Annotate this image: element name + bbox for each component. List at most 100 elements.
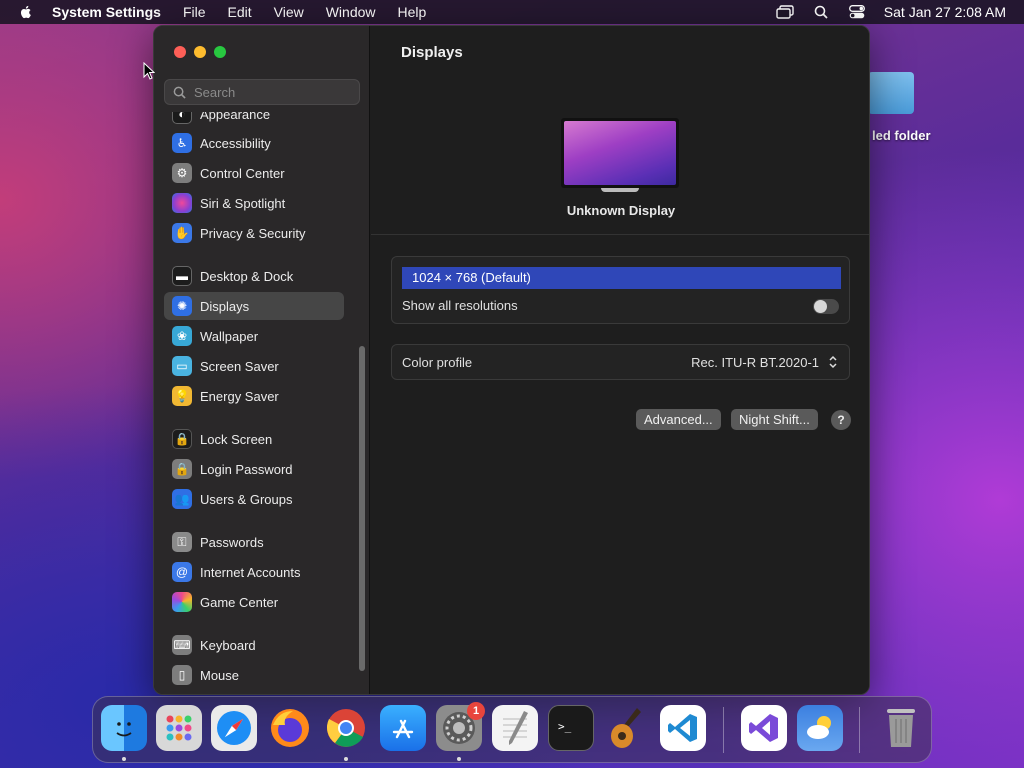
sidebar-item-mouse[interactable]: ▯ Mouse <box>164 661 344 689</box>
svg-text:>_: >_ <box>558 720 572 733</box>
textedit-icon[interactable] <box>492 705 538 751</box>
sidebar-item-siri-spotlight[interactable]: Siri & Spotlight <box>164 189 344 217</box>
show-all-resolutions-label: Show all resolutions <box>402 298 518 313</box>
sidebar-item-lock-screen[interactable]: 🔒 Lock Screen <box>164 425 344 453</box>
menu-clock[interactable]: Sat Jan 27 2:08 AM <box>884 4 1006 20</box>
chrome-icon[interactable] <box>323 705 369 751</box>
sidebar-item-login-password[interactable]: 🔒 Login Password <box>164 455 344 483</box>
resolution-option-selected[interactable]: 1024 × 768 (Default) <box>402 267 841 289</box>
advanced-button[interactable]: Advanced... <box>636 409 721 430</box>
system-settings-window: ◐ Appearance ♿ Accessibility ⚙ Control C… <box>153 25 870 695</box>
sidebar-item-label: Appearance <box>200 112 271 122</box>
color-profile-row: Color profile Rec. ITU-R BT.2020-1 <box>391 344 850 380</box>
spotlight-search-icon[interactable] <box>812 4 830 20</box>
sidebar-item-game-center[interactable]: Game Center <box>164 588 344 616</box>
screen-saver-icon: ▭ <box>172 356 192 376</box>
running-indicator <box>344 757 348 761</box>
sidebar-item-desktop-dock[interactable]: ▬ Desktop & Dock <box>164 262 344 290</box>
control-center-icon: ⚙ <box>172 163 192 183</box>
help-button[interactable]: ? <box>831 410 851 430</box>
sidebar-item-screen-saver[interactable]: ▭ Screen Saver <box>164 352 344 380</box>
app-store-icon[interactable] <box>380 705 426 751</box>
sidebar-item-label: Users & Groups <box>200 491 293 507</box>
apple-menu-icon[interactable] <box>18 4 34 20</box>
vscode-icon[interactable] <box>660 705 706 751</box>
game-center-icon <box>172 592 192 612</box>
launchpad-icon[interactable] <box>156 705 202 751</box>
accessibility-icon: ♿ <box>172 133 192 153</box>
color-profile-popup[interactable]: Rec. ITU-R BT.2020-1 <box>691 355 819 370</box>
sidebar-item-appearance[interactable]: ◐ Appearance <box>164 112 344 128</box>
terminal-icon[interactable]: >_ <box>548 705 594 751</box>
menu-window[interactable]: Window <box>326 4 376 20</box>
garageband-icon[interactable] <box>604 705 650 751</box>
zoom-window-button[interactable] <box>214 46 226 58</box>
night-shift-button[interactable]: Night Shift... <box>731 409 818 430</box>
menu-edit[interactable]: Edit <box>228 4 252 20</box>
sidebar-item-label: Game Center <box>200 594 279 610</box>
notification-badge: 1 <box>467 702 485 720</box>
show-all-resolutions-toggle[interactable] <box>813 299 839 314</box>
minimize-window-button[interactable] <box>194 46 206 58</box>
search-icon <box>173 86 186 99</box>
sidebar-item-keyboard[interactable]: ⌨ Keyboard <box>164 631 344 659</box>
firefox-icon[interactable] <box>267 705 313 751</box>
dock-separator <box>859 707 860 753</box>
sidebar-item-displays[interactable]: ✺ Displays <box>164 292 344 320</box>
energy-saver-icon: 💡 <box>172 386 192 406</box>
sidebar-item-control-center[interactable]: ⚙ Control Center <box>164 159 344 187</box>
page-title: Displays <box>401 44 463 61</box>
color-profile-label: Color profile <box>402 355 473 370</box>
appearance-icon: ◐ <box>172 112 192 124</box>
menu-bar: System Settings File Edit View Window He… <box>0 0 1024 24</box>
sidebar-item-passwords[interactable]: ⚿ Passwords <box>164 528 344 556</box>
desktop-dock-icon: ▬ <box>172 266 192 286</box>
menu-app-name[interactable]: System Settings <box>52 4 161 20</box>
display-preview[interactable] <box>561 118 679 192</box>
sidebar-item-label: Desktop & Dock <box>200 268 294 284</box>
menu-help[interactable]: Help <box>398 4 427 20</box>
sidebar-item-privacy-security[interactable]: ✋ Privacy & Security <box>164 219 344 247</box>
running-indicator <box>122 757 126 761</box>
desktop-folder-icon[interactable] <box>868 68 928 118</box>
close-window-button[interactable] <box>174 46 186 58</box>
display-name: Unknown Display <box>566 203 676 218</box>
sidebar-item-label: Displays <box>200 298 250 314</box>
sidebar-item-users-groups[interactable]: 👥 Users & Groups <box>164 485 344 513</box>
login-lock-icon: 🔒 <box>172 459 192 479</box>
sidebar-scrollbar[interactable] <box>359 346 365 671</box>
menu-view[interactable]: View <box>274 4 304 20</box>
menu-file[interactable]: File <box>183 4 206 20</box>
sidebar-item-internet-accounts[interactable]: @ Internet Accounts <box>164 558 344 586</box>
sidebar-item-label: Screen Saver <box>200 358 279 374</box>
safari-icon[interactable] <box>211 705 257 751</box>
window-controls <box>174 46 226 58</box>
dock-separator <box>723 707 724 753</box>
sidebar-item-label: Siri & Spotlight <box>200 195 286 211</box>
visual-studio-icon[interactable] <box>741 705 787 751</box>
mouse-icon: ▯ <box>172 665 192 685</box>
desktop-folder-label[interactable]: led folder <box>872 128 931 143</box>
mouse-cursor-icon <box>143 62 155 80</box>
sidebar-item-accessibility[interactable]: ♿ Accessibility <box>164 129 344 157</box>
chevron-up-down-icon[interactable] <box>827 354 839 370</box>
sidebar-item-energy-saver[interactable]: 💡 Energy Saver <box>164 382 344 410</box>
sidebar-item-label: Wallpaper <box>200 328 259 344</box>
sidebar-item-label: Login Password <box>200 461 293 477</box>
finder-icon[interactable] <box>101 705 147 751</box>
search-field[interactable] <box>164 79 360 105</box>
divider <box>371 234 869 235</box>
trash-icon[interactable] <box>878 705 924 751</box>
control-center-icon[interactable] <box>848 4 866 20</box>
screen-mirroring-icon[interactable] <box>776 4 794 20</box>
siri-icon <box>172 193 192 213</box>
at-icon: @ <box>172 562 192 582</box>
sidebar-item-label: Mouse <box>200 667 240 683</box>
search-input[interactable] <box>194 84 344 100</box>
sidebar-item-label: Energy Saver <box>200 388 279 404</box>
sidebar-item-wallpaper[interactable]: ❀ Wallpaper <box>164 322 344 350</box>
lock-icon: 🔒 <box>172 429 192 449</box>
sidebar: ◐ Appearance ♿ Accessibility ⚙ Control C… <box>154 26 370 694</box>
sidebar-item-label: Accessibility <box>200 135 271 151</box>
weather-icon[interactable] <box>797 705 843 751</box>
